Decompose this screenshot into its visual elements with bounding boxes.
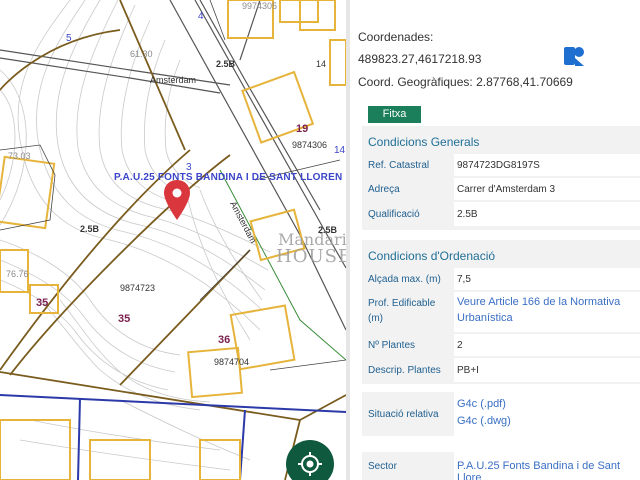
pdf-link[interactable]: G4c (.pdf) xyxy=(457,398,506,410)
field-key: Alçada max. (m) xyxy=(368,274,441,285)
elevation-label: 61.30 xyxy=(130,49,153,59)
coordenades-value: 489823.27,4617218.93 xyxy=(358,52,482,66)
cadastral-ref-label: 9874306 xyxy=(292,140,328,150)
watermark-line2: HOUSES xyxy=(276,246,346,267)
share-icon[interactable] xyxy=(562,44,586,68)
sector-section: Sector P.A.U.25 Fonts Bandina i de Sant … xyxy=(362,452,640,480)
table-row: Prof. Edificable (m) Veure Article 166 d… xyxy=(362,292,640,332)
cadastral-ref-label: 9874704 xyxy=(214,357,250,367)
info-panel: Coordenades: 489823.27,4617218.93 Coord.… xyxy=(350,0,640,480)
field-key-unit: (m) xyxy=(368,313,383,324)
parcel-number-label: 14 xyxy=(334,145,346,156)
zoning-label: 2.5B xyxy=(80,224,100,234)
map-marker-icon[interactable] xyxy=(164,180,190,220)
ordenacio-conditions-section: Condicions d'Ordenació Alçada max. (m) 7… xyxy=(362,240,640,384)
situacio-section: Situació relativa G4c (.pdf) G4c (.dwg) xyxy=(362,392,640,436)
field-key: Descrip. Plantes xyxy=(368,365,441,376)
field-value: Carrer d'Amsterdam 3 xyxy=(457,184,556,195)
field-key: Sector xyxy=(368,461,397,472)
field-key: Situació relativa xyxy=(368,409,439,420)
elevation-label: 73.03 xyxy=(8,151,31,161)
field-value: 2 xyxy=(457,340,463,351)
cadastral-ref-label: 9974305 xyxy=(242,1,278,11)
table-row: Qualificació 2.5B xyxy=(362,202,640,226)
section-title: Condicions d'Ordenació xyxy=(368,249,496,263)
field-key: Ref. Catastral xyxy=(368,160,430,171)
street-label: Amsterdam xyxy=(150,75,197,85)
table-row: Descrip. Plantes PB+I xyxy=(362,358,640,382)
geo-coords-row: Coord. Geogràfiques: 2.87768,41.70669 xyxy=(358,75,573,89)
cadastral-map[interactable]: 4 9974305 5 61.30 2.5B Amsterdam 14 19 9… xyxy=(0,0,346,480)
parcel-number-label: 14 xyxy=(316,59,327,69)
coordenades-label: Coordenades: xyxy=(358,30,434,44)
building-number-label: 36 xyxy=(218,334,231,346)
field-key: Qualificació xyxy=(368,209,420,220)
crosshair-locate-icon xyxy=(298,452,322,476)
field-value: 9874723DG8197S xyxy=(457,160,540,171)
locate-button[interactable] xyxy=(286,440,334,480)
field-key: Nº Plantes xyxy=(368,340,416,351)
pau-sector-label: P.A.U.25 FONTS BANDINA I DE SANT LLOREN xyxy=(114,172,343,183)
normativa-link[interactable]: Veure Article 166 de la Normativa xyxy=(457,296,621,308)
cadastral-ref-label: 9874723 xyxy=(120,283,156,293)
field-value: 7,5 xyxy=(457,274,471,285)
table-row: Nº Plantes 2 xyxy=(362,334,640,356)
building-number-label: 35 xyxy=(36,297,49,309)
building-number-label: 19 xyxy=(296,123,309,135)
field-key: Adreça xyxy=(368,184,400,195)
elevation-label: 76.76 xyxy=(6,269,29,279)
dwg-link[interactable]: G4c (.dwg) xyxy=(457,415,511,427)
normativa-link-line2[interactable]: Urbanística xyxy=(457,312,513,324)
building-number-label: 35 xyxy=(118,313,131,325)
field-key: Prof. Edificable xyxy=(368,298,436,309)
fitxa-button[interactable]: Fitxa xyxy=(368,106,421,123)
geo-coords-value: 2.87768,41.70669 xyxy=(476,75,573,89)
section-title: Condicions Generals xyxy=(368,135,480,149)
parcel-number-label: 5 xyxy=(66,33,72,44)
table-row: Alçada max. (m) 7,5 xyxy=(362,268,640,290)
field-value: PB+I xyxy=(457,365,479,376)
field-value: 2.5B xyxy=(457,209,478,220)
table-row: Ref. Catastral 9874723DG8197S xyxy=(362,154,640,176)
parcel-number-label: 4 xyxy=(198,11,204,22)
table-row: Adreça Carrer d'Amsterdam 3 xyxy=(362,178,640,200)
sector-link[interactable]: P.A.U.25 Fonts Bandina i de Sant Llore xyxy=(457,460,640,480)
general-conditions-section: Condicions Generals Ref. Catastral 98747… xyxy=(362,126,640,230)
zoning-label: 2.5B xyxy=(216,59,236,69)
geo-coords-label: Coord. Geogràfiques: xyxy=(358,75,473,89)
